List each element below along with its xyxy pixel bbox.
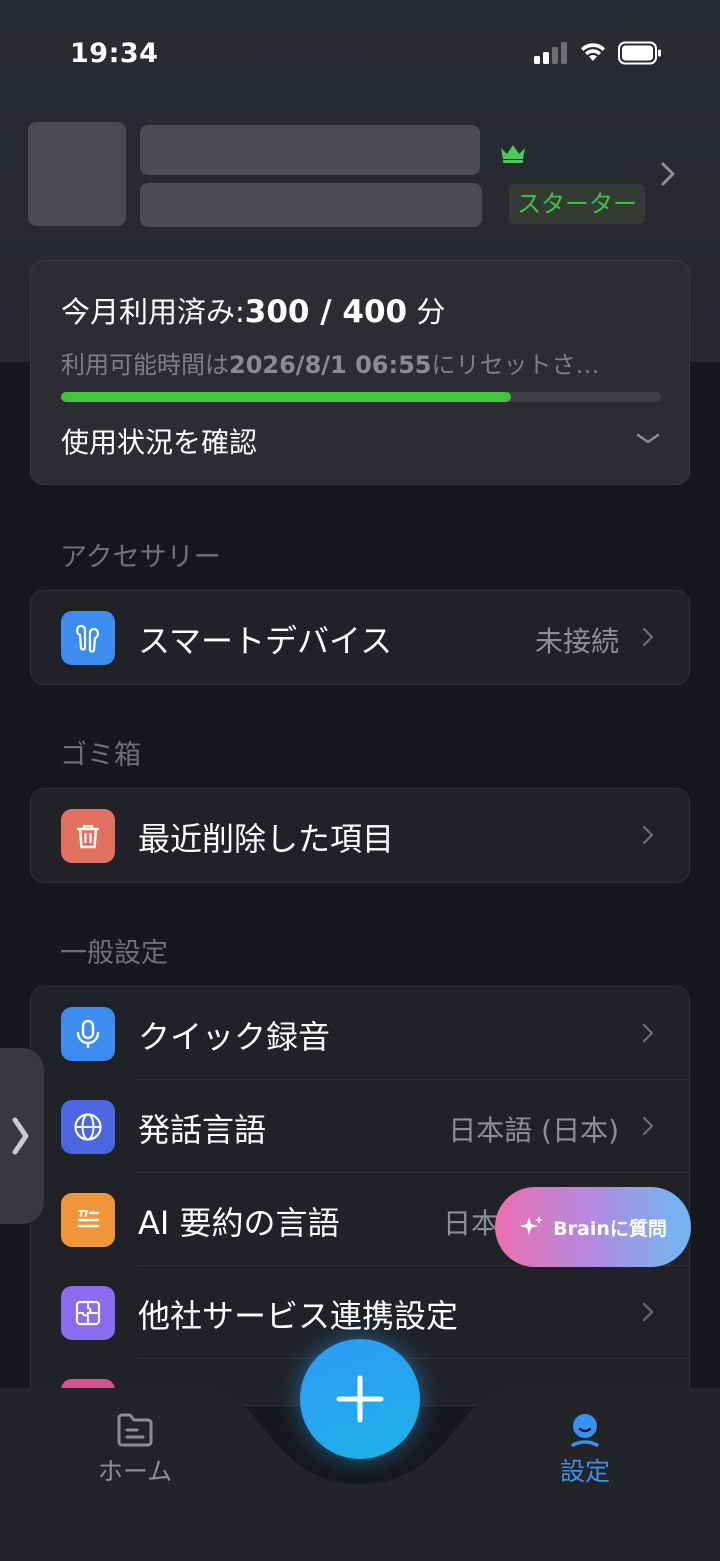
folder-icon — [117, 1413, 153, 1447]
status-time: 19:34 — [70, 38, 159, 69]
chevron-right-icon — [642, 1023, 654, 1043]
chevron-right-icon — [642, 1302, 654, 1322]
accessory-card: スマートデバイス 未接続 — [30, 590, 690, 685]
chevron-right-icon — [12, 1117, 29, 1155]
reset-prefix: 利用可能時間は — [61, 351, 229, 379]
ask-brain-label: Brainに質問 — [553, 1217, 667, 1240]
row-label: 発話言語 — [138, 1111, 267, 1149]
side-drawer-handle[interactable] — [0, 1048, 44, 1224]
usage-title-prefix: 今月利用済み: — [61, 295, 245, 329]
tab-settings-label: 設定 — [559, 1457, 610, 1486]
puzzle-icon — [61, 1286, 115, 1340]
settings-row-smart-device[interactable]: スマートデバイス 未接続 — [31, 591, 689, 684]
usage-progress-fill — [61, 392, 511, 402]
avatar[interactable] — [28, 122, 126, 226]
tab-settings[interactable]: 設定 — [535, 1412, 635, 1488]
usage-card[interactable]: 今月利用済み:300 / 400 分 利用可能時間は2026/8/1 06:55… — [30, 260, 690, 485]
microphone-icon — [61, 1007, 115, 1061]
row-label: 他社サービス連携設定 — [138, 1297, 459, 1335]
chevron-right-icon[interactable] — [658, 160, 678, 188]
row-label: 最近削除した項目 — [138, 820, 395, 858]
status-bar: 19:34 — [0, 0, 720, 100]
plus-icon — [336, 1375, 384, 1423]
quote-icon — [61, 1193, 115, 1247]
ask-brain-button[interactable]: Brainに質問 — [495, 1187, 691, 1267]
reset-date: 2026/8/1 06:55 — [229, 351, 432, 379]
settings-row-speech-language[interactable]: 発話言語 日本語 (日本) — [31, 1080, 689, 1173]
trash-icon — [61, 809, 115, 863]
row-value: 未接続 — [534, 625, 619, 658]
profile-email-placeholder — [140, 183, 482, 227]
chevron-down-icon[interactable] — [635, 431, 661, 447]
chevron-right-icon — [642, 1116, 654, 1136]
earbuds-icon — [61, 611, 115, 665]
usage-progress-bar — [61, 392, 661, 402]
row-label: クイック録音 — [138, 1018, 331, 1056]
section-label-general: 一般設定 — [60, 938, 168, 969]
chevron-right-icon — [642, 825, 654, 845]
crown-icon — [501, 145, 525, 163]
sparkle-icon — [520, 1216, 544, 1235]
usage-unit: 分 — [416, 295, 446, 329]
wifi-icon — [581, 43, 605, 61]
battery-icon — [618, 41, 661, 65]
trash-card: 最近削除した項目 — [30, 788, 690, 883]
settings-row-quick-record[interactable]: クイック録音 — [31, 987, 689, 1080]
section-label-accessory: アクセサリー — [60, 542, 221, 573]
profile-icon — [571, 1414, 599, 1447]
tab-home[interactable]: ホーム — [85, 1412, 185, 1488]
usage-check-label[interactable]: 使用状況を確認 — [61, 421, 257, 461]
section-label-trash: ゴミ箱 — [60, 740, 141, 771]
row-value: 日本 — [442, 1207, 499, 1240]
tab-home-label: ホーム — [97, 1457, 173, 1486]
chevron-right-icon — [642, 627, 654, 647]
add-recording-button[interactable] — [300, 1339, 420, 1459]
profile-header[interactable]: スターター — [0, 110, 720, 240]
cellular-signal-icon — [534, 42, 570, 64]
reset-suffix: にリセットさ… — [431, 351, 600, 379]
usage-used-value: 300 / 400 — [244, 294, 408, 330]
row-label: AI 要約の言語 — [138, 1204, 340, 1242]
profile-name-placeholder — [140, 125, 480, 175]
globe-icon — [61, 1100, 115, 1154]
plan-badge: スターター — [509, 184, 645, 224]
row-label: スマートデバイス — [138, 622, 393, 660]
settings-row-recently-deleted[interactable]: 最近削除した項目 — [31, 789, 689, 882]
row-value: 日本語 (日本) — [448, 1114, 619, 1147]
usage-title: 今月利用済み:300 / 400 分 — [61, 289, 445, 331]
usage-reset-text: 利用可能時間は2026/8/1 06:55にリセットさ… — [61, 345, 661, 380]
